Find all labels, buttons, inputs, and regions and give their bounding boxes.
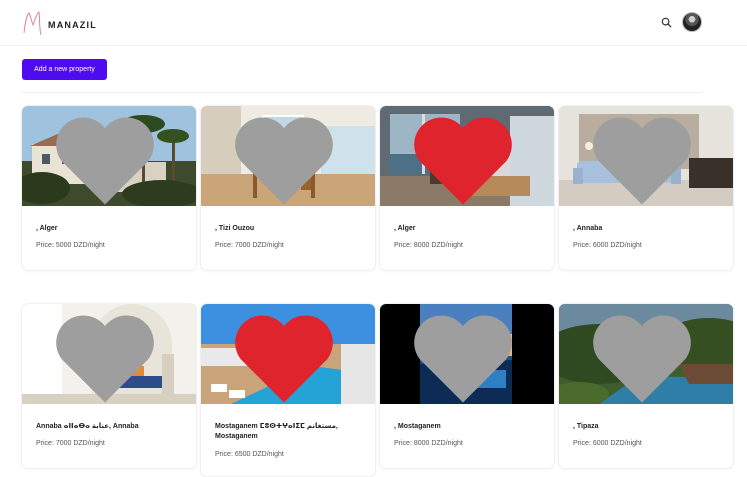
property-price: Price: 6000 DZD/night: [573, 440, 642, 447]
section-divider: [22, 92, 702, 93]
manazil-logo-icon: [23, 11, 42, 36]
property-title[interactable]: , Alger: [36, 224, 186, 234]
property-price: Price: 8000 DZD/night: [394, 242, 463, 249]
property-card[interactable]: , Annaba Price: 6000 DZD/night: [559, 106, 733, 270]
property-card[interactable]: Annaba ⴰⵏⵏⴰⴱⴰ عنابة, Annaba Price: 7000 …: [22, 304, 196, 468]
brand-logo[interactable]: MANAZIL: [22, 8, 97, 38]
property-photo[interactable]: [380, 106, 554, 206]
favorite-heart-icon[interactable]: [201, 109, 371, 206]
favorite-heart-icon[interactable]: [201, 307, 371, 404]
favorite-heart-icon[interactable]: [380, 307, 550, 404]
property-photo[interactable]: [380, 304, 554, 404]
property-card[interactable]: Mostaganem ⵎⵓⵙⵜⵖⴰⵏⵉⵎ مستغانم, Mostaganem…: [201, 304, 375, 476]
property-card[interactable]: , Mostaganem Price: 8000 DZD/night: [380, 304, 554, 468]
property-title[interactable]: Annaba ⴰⵏⵏⴰⴱⴰ عنابة, Annaba: [36, 422, 186, 432]
property-photo[interactable]: [201, 304, 375, 404]
property-title[interactable]: , Mostaganem: [394, 422, 544, 432]
property-card[interactable]: , Alger Price: 5000 DZD/night: [22, 106, 196, 270]
property-price: Price: 5000 DZD/night: [36, 242, 105, 249]
favorite-heart-icon[interactable]: [559, 307, 729, 404]
top-navbar: MANAZIL: [0, 0, 747, 46]
property-price: Price: 8000 DZD/night: [394, 440, 463, 447]
property-title[interactable]: , Annaba: [573, 224, 723, 234]
user-avatar[interactable]: [682, 12, 702, 32]
property-photo[interactable]: [559, 106, 733, 206]
property-card[interactable]: , Tizi Ouzou Price: 7000 DZD/night: [201, 106, 375, 270]
property-price: Price: 7000 DZD/night: [215, 242, 284, 249]
property-title[interactable]: Mostaganem ⵎⵓⵙⵜⵖⴰⵏⵉⵎ مستغانم, Mostaganem: [215, 422, 365, 442]
brand-name: MANAZIL: [48, 20, 97, 30]
property-price: Price: 7000 DZD/night: [36, 440, 105, 447]
property-card[interactable]: , Alger Price: 8000 DZD/night: [380, 106, 554, 270]
property-price: Price: 6000 DZD/night: [573, 242, 642, 249]
property-card[interactable]: , Tipaza Price: 6000 DZD/night: [559, 304, 733, 468]
property-photo[interactable]: [22, 106, 196, 206]
favorite-heart-icon[interactable]: [380, 109, 550, 206]
favorite-heart-icon[interactable]: [559, 109, 729, 206]
property-title[interactable]: , Tizi Ouzou: [215, 224, 365, 234]
property-photo[interactable]: [201, 106, 375, 206]
add-property-button[interactable]: Add a new property: [22, 59, 107, 80]
property-photo[interactable]: [559, 304, 733, 404]
favorite-heart-icon[interactable]: [22, 109, 192, 206]
property-price: Price: 6500 DZD/night: [215, 451, 284, 458]
property-photo[interactable]: [22, 304, 196, 404]
property-title[interactable]: , Alger: [394, 224, 544, 234]
property-title[interactable]: , Tipaza: [573, 422, 723, 432]
favorite-heart-icon[interactable]: [22, 307, 192, 404]
search-icon[interactable]: [661, 17, 672, 28]
